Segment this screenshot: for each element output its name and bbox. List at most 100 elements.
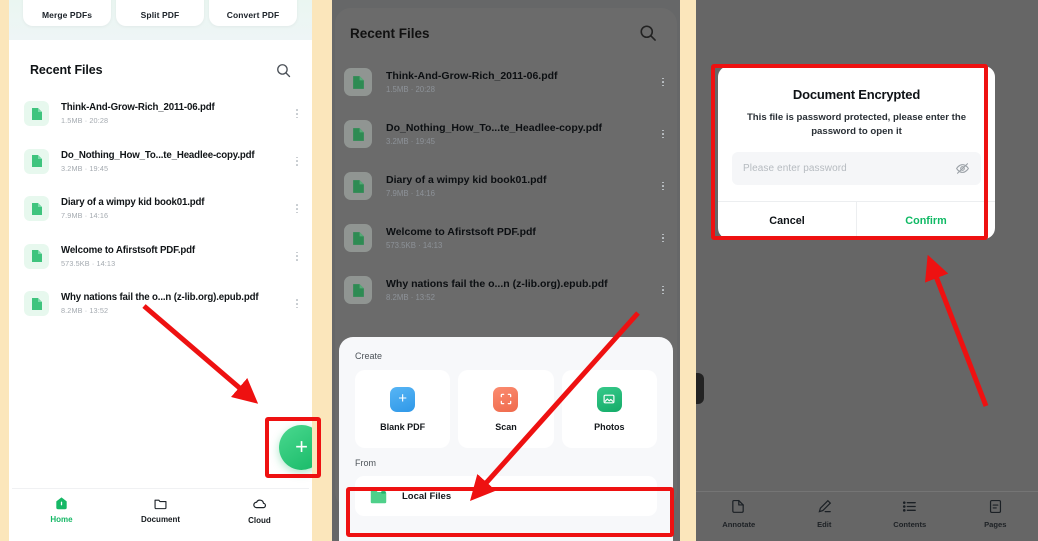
more-options-icon[interactable] [290,109,304,119]
file-subtitle: 7.9MB · 14:16 [386,189,435,198]
page-title: Recent Files [30,63,103,77]
list-item[interactable]: Welcome to Afirstsoft PDF.pdf 573.5KB · … [24,233,304,281]
tool-label: Split PDF [140,10,180,20]
pdf-glyph-icon [352,75,364,89]
file-subtitle: 3.2MB · 19:45 [61,163,109,173]
tool-contents[interactable]: Contents [867,498,953,529]
pdf-glyph-icon [31,202,42,215]
list-item[interactable]: Welcome to Afirstsoft PDF.pdf 573.5KB · … [344,212,670,264]
file-meta: Think-And-Grow-Rich_2011-06.pdf 1.5MB · … [386,70,656,94]
list-item[interactable]: Think-And-Grow-Rich_2011-06.pdf 1.5MB · … [344,56,670,108]
create-option-label: Blank PDF [380,421,426,432]
search-icon[interactable] [275,62,292,79]
tool-pages[interactable]: Pages [953,498,1038,529]
file-name: Do_Nothing_How_To...te_Headlee-copy.pdf [61,149,255,161]
tab-cloud[interactable]: Cloud [210,496,309,525]
more-options-icon[interactable] [290,156,304,166]
pdf-file-icon [344,224,372,252]
file-name: Think-And-Grow-Rich_2011-06.pdf [61,102,215,114]
frame-separator-2 [680,0,696,541]
file-subtitle: 573.5KB · 14:13 [61,258,116,268]
list-item[interactable]: Why nations fail the o...n (z-lib.org).e… [344,264,670,316]
create-section-label: Create [355,351,383,361]
search-icon[interactable] [638,23,658,43]
pdf-file-icon [24,196,49,222]
file-meta: Why nations fail the o...n (z-lib.org).e… [61,292,290,315]
file-list: Think-And-Grow-Rich_2011-06.pdf 1.5MB · … [344,56,670,316]
create-scan[interactable]: Scan [458,370,554,448]
tool-split-pdf[interactable]: Split PDF [116,0,204,26]
create-photos[interactable]: Photos [561,370,657,448]
recent-files-header: Recent Files [30,60,292,80]
tab-document[interactable]: Document [111,496,210,524]
create-option-label: Photos [594,421,625,432]
file-list: Think-And-Grow-Rich_2011-06.pdf 1.5MB · … [24,90,304,328]
list-item[interactable]: Think-And-Grow-Rich_2011-06.pdf 1.5MB · … [24,90,304,138]
pages-icon [989,499,1001,514]
file-subtitle: 3.2MB · 19:45 [386,137,435,146]
file-name: Welcome to Afirstsoft PDF.pdf [61,244,195,256]
pdf-glyph-icon [31,155,42,168]
tool-label: Contents [893,520,927,529]
tab-home[interactable]: Home [12,496,111,524]
file-name: Diary of a wimpy kid book01.pdf [386,174,547,186]
tool-label: Annotate [722,520,756,529]
create-blank-pdf[interactable]: + Blank PDF [355,370,451,448]
highlight-fab [265,417,321,478]
more-options-icon[interactable] [656,285,670,295]
folder-icon [154,499,167,510]
from-section-label: From [355,458,376,468]
file-name: Why nations fail the o...n (z-lib.org).e… [386,278,608,290]
home-icon [56,497,67,510]
tutorial-screenshot: Merge PDFs Split PDF Convert PDF Recent … [0,0,1038,541]
recent-files-header: Recent Files [350,22,658,44]
file-name: Think-And-Grow-Rich_2011-06.pdf [386,70,558,82]
tool-label: Edit [817,520,832,529]
more-options-icon[interactable] [290,204,304,214]
pdf-glyph-icon [352,283,364,297]
file-meta: Do_Nothing_How_To...te_Headlee-copy.pdf … [386,122,656,146]
list-item[interactable]: Diary of a wimpy kid book01.pdf 7.9MB · … [344,160,670,212]
pdf-file-icon [344,68,372,96]
viewer-tool-bar: Annotate Edit Contents Pages [696,491,1038,541]
file-meta: Diary of a wimpy kid book01.pdf 7.9MB · … [61,197,290,220]
more-options-icon[interactable] [656,129,670,139]
panel-create-sheet: Recent Files Think-And-Grow-Rich_2011-06… [332,0,680,541]
more-options-icon[interactable] [656,181,670,191]
annotate-icon [732,499,745,513]
blank-pdf-icon: + [390,386,416,412]
pdf-file-icon [24,243,49,269]
pdf-glyph-icon [352,127,364,141]
list-item[interactable]: Why nations fail the o...n (z-lib.org).e… [24,280,304,328]
list-item[interactable]: Diary of a wimpy kid book01.pdf 7.9MB · … [24,185,304,233]
photos-icon [596,386,622,412]
create-option-label: Scan [495,421,517,432]
tool-merge-pdfs[interactable]: Merge PDFs [23,0,111,26]
file-meta: Welcome to Afirstsoft PDF.pdf 573.5KB · … [61,245,290,268]
file-subtitle: 8.2MB · 13:52 [386,293,435,302]
tool-edit[interactable]: Edit [782,498,868,529]
more-options-icon[interactable] [656,233,670,243]
pdf-file-icon [344,172,372,200]
tab-label: Cloud [248,516,271,525]
list-item[interactable]: Do_Nothing_How_To...te_Headlee-copy.pdf … [344,108,670,160]
file-meta: Diary of a wimpy kid book01.pdf 7.9MB · … [386,174,656,198]
tool-label: Convert PDF [226,10,280,20]
frame-edge-left [0,0,9,541]
side-drawer-handle[interactable] [696,373,704,404]
more-options-icon[interactable] [656,77,670,87]
pdf-glyph-icon [352,231,364,245]
more-options-icon[interactable] [290,299,304,309]
more-options-icon[interactable] [290,251,304,261]
tool-convert-pdf[interactable]: Convert PDF [209,0,297,26]
file-name: Why nations fail the o...n (z-lib.org).e… [61,292,259,304]
tool-annotate[interactable]: Annotate [696,498,782,529]
file-subtitle: 8.2MB · 13:52 [61,306,109,316]
tool-label: Pages [984,520,1007,529]
list-item[interactable]: Do_Nothing_How_To...te_Headlee-copy.pdf … [24,138,304,186]
pdf-glyph-icon [31,250,42,263]
highlight-local-files [346,487,674,537]
page-title: Recent Files [350,25,430,41]
create-options: + Blank PDF Scan Photos [355,370,657,448]
tab-label: Document [140,515,181,524]
